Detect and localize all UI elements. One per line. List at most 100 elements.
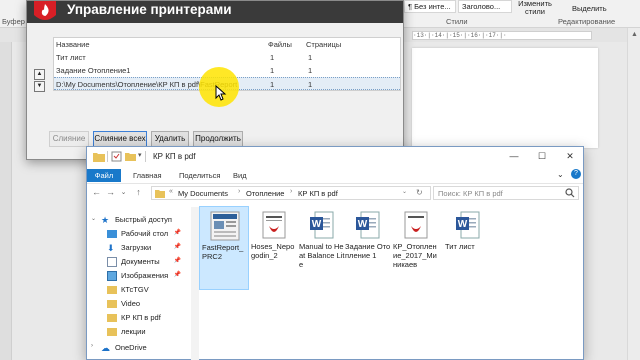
customize-qat-icon[interactable]: ▾ xyxy=(138,151,142,159)
nav-item-pictures[interactable]: Изображения 📌 xyxy=(87,269,191,283)
column-header-pages[interactable]: Страницы xyxy=(306,40,341,49)
scroll-up-icon[interactable]: ▲ xyxy=(630,30,639,39)
nav-item-desktop[interactable]: Рабочий стол 📌 xyxy=(87,227,191,241)
pin-icon[interactable]: 📌 xyxy=(174,243,181,250)
help-icon[interactable]: ? xyxy=(571,169,581,179)
nav-label: Рабочий стол xyxy=(121,229,169,238)
select-button[interactable]: Выделить xyxy=(572,4,607,13)
nav-label: Документы xyxy=(121,257,160,266)
explorer-titlebar: ▾ КР КП в pdf — ☐ ✕ xyxy=(87,147,583,167)
pin-icon[interactable]: 📌 xyxy=(174,271,181,278)
document-page[interactable] xyxy=(412,48,598,148)
folder-icon xyxy=(107,328,117,336)
pin-icon[interactable]: 📌 xyxy=(174,229,181,236)
merge-button[interactable]: Слияние xyxy=(49,131,89,147)
merge-all-button[interactable]: Слияние всех xyxy=(93,131,147,147)
dialog-titlebar: Управление принтерами xyxy=(27,1,403,23)
file-item[interactable]: КР_Отопление_2017_Миникаев xyxy=(391,206,441,290)
folder-icon xyxy=(93,153,105,162)
nav-item-folder[interactable]: КР КП в pdf xyxy=(87,311,191,325)
address-dropdown-icon[interactable]: ⌄ xyxy=(402,188,407,195)
refresh-icon[interactable]: ↻ xyxy=(416,188,423,197)
toolbar-divider xyxy=(145,151,146,162)
change-styles-button[interactable]: Изменить стили xyxy=(514,0,556,16)
folder-icon xyxy=(155,190,165,198)
vertical-ruler xyxy=(0,42,12,360)
tab-share[interactable]: Поделиться xyxy=(179,171,220,180)
move-up-button[interactable]: ▲ xyxy=(34,69,45,80)
dialog-title: Управление принтерами xyxy=(67,2,232,17)
delete-button[interactable]: Удалить xyxy=(151,131,189,147)
new-folder-icon[interactable] xyxy=(125,151,136,162)
row-pages: 1 xyxy=(308,53,313,62)
row-pages: 1 xyxy=(308,80,313,89)
nav-item-quick-access[interactable]: ⌄ ★ Быстрый доступ xyxy=(87,213,191,227)
chevron-down-icon[interactable]: ⌄ xyxy=(91,215,101,225)
style-no-spacing[interactable]: ¶ Без инте... xyxy=(404,0,456,13)
maximize-icon[interactable]: ☐ xyxy=(535,150,549,162)
file-item[interactable]: W Задание Отопление 1 xyxy=(343,206,393,290)
breadcrumb-separator-icon: « xyxy=(169,188,173,195)
tab-view[interactable]: Вид xyxy=(233,171,247,180)
row-files: 1 xyxy=(270,80,275,89)
breadcrumb-heating[interactable]: Отопление xyxy=(246,189,284,198)
row-name: Тит лист xyxy=(56,53,86,62)
tab-home[interactable]: Главная xyxy=(133,171,162,180)
file-item-selected[interactable]: FastReport_PRC2 xyxy=(199,206,249,290)
file-item[interactable]: Hoses_Nepogodin_2 xyxy=(249,206,299,290)
star-icon: ★ xyxy=(101,215,110,225)
nav-item-folder[interactable]: лекции xyxy=(87,325,191,339)
breadcrumb-my-documents[interactable]: My Documents xyxy=(178,189,228,198)
column-header-files[interactable]: Файлы xyxy=(268,40,292,49)
chevron-right-icon[interactable]: › xyxy=(91,343,101,353)
ribbon-tabs: Файл Главная Поделиться Вид ⌄ ? xyxy=(87,167,583,184)
navigation-scrollbar[interactable] xyxy=(191,207,199,360)
window-title: КР КП в pdf xyxy=(153,152,196,161)
column-header-name[interactable]: Название xyxy=(56,40,90,49)
back-arrow-icon[interactable]: ← xyxy=(91,186,102,199)
search-box[interactable]: Поиск: КР КП в pdf xyxy=(433,186,579,200)
pin-icon[interactable]: 📌 xyxy=(174,257,181,264)
minimize-icon[interactable]: — xyxy=(507,150,521,162)
nav-item-folder[interactable]: Video xyxy=(87,297,191,311)
clipboard-group-label: Буфер xyxy=(2,17,25,26)
address-bar[interactable]: « My Documents › Отопление › КР КП в pdf… xyxy=(151,186,431,200)
table-row[interactable]: Тит лист 1 1 xyxy=(54,51,400,64)
forward-arrow-icon[interactable]: → xyxy=(105,186,116,199)
row-files: 1 xyxy=(270,53,275,62)
up-arrow-icon: ▲ xyxy=(36,71,43,77)
document-scrollbar[interactable]: ▲ xyxy=(627,28,640,360)
breadcrumb-separator-icon: › xyxy=(290,188,293,195)
tab-file[interactable]: Файл xyxy=(87,169,121,182)
nav-item-documents[interactable]: Документы 📌 xyxy=(87,255,191,269)
desktop-icon xyxy=(107,230,117,238)
printer-manager-dialog: Управление принтерами Название Файлы Стр… xyxy=(26,0,404,160)
nav-item-downloads[interactable]: ⬇ Загрузки 📌 xyxy=(87,241,191,255)
up-folder-icon[interactable]: ↑ xyxy=(133,186,144,199)
word-file-icon: W xyxy=(356,211,380,239)
file-item[interactable]: W Тит лист xyxy=(443,206,493,290)
cloud-icon: ☁ xyxy=(101,343,110,353)
close-icon[interactable]: ✕ xyxy=(563,150,577,162)
recent-locations-icon[interactable]: ⌄ xyxy=(118,186,129,199)
style-heading[interactable]: Заголово... xyxy=(458,0,512,13)
nav-item-onedrive[interactable]: › ☁ OneDrive xyxy=(87,341,191,355)
folder-icon xyxy=(107,300,117,308)
folder-icon xyxy=(107,286,117,294)
file-item[interactable]: W Manual to Heat Balance Lite xyxy=(297,206,347,290)
breadcrumb-current[interactable]: КР КП в pdf xyxy=(298,189,338,198)
nav-label: Video xyxy=(121,299,141,308)
continue-button[interactable]: Продолжить xyxy=(193,131,243,147)
properties-icon[interactable] xyxy=(111,151,122,162)
nav-item-folder[interactable]: КТсTGV xyxy=(87,283,191,297)
word-file-icon: W xyxy=(456,211,480,239)
nav-label: OneDrive xyxy=(115,343,147,352)
nav-label: Изображения xyxy=(121,271,169,280)
expand-ribbon-icon[interactable]: ⌄ xyxy=(557,170,564,179)
file-name: Manual to Heat Balance Lite xyxy=(299,242,345,269)
row-name: Задание Отопление1 xyxy=(56,66,131,75)
search-icon[interactable] xyxy=(565,188,575,198)
svg-text:W: W xyxy=(312,219,322,230)
down-arrow-icon: ▼ xyxy=(36,83,43,89)
move-down-button[interactable]: ▼ xyxy=(34,81,45,92)
